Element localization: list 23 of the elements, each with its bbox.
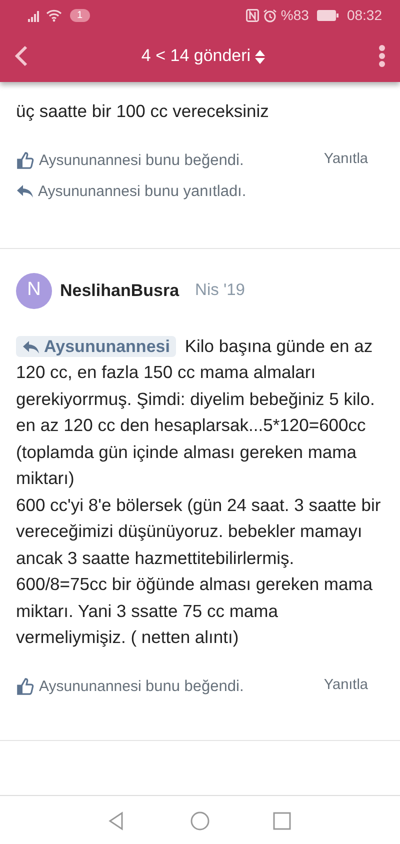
post-counter-button[interactable]: 4 < 14 gönderi [141,43,265,69]
post-text: Aysununannesi Kilo başına günde en az 120 cc, en fazla 150 cc mama almaları gerekiyorrmuş. Şimdi: diyelim bebeğiniz 5 kilo. en az 120 cc den hesaplarsak...5*120=600cc (toplamda gün içinde alması gereken mama miktarı) [16,334,376,490]
like-icon [16,676,35,696]
post-text: üç saatte bir 100 cc vereceksiniz [16,100,270,123]
home-nav-button[interactable] [190,811,210,831]
post-date: Nis '19 [195,280,245,302]
more-menu-button[interactable] [378,44,386,68]
post-text: 600 cc'yi 8'e bölersek (gün 24 saat. 3 saatte bir vereceğimizi düşünüyoruz. bebekler mamayı ancak 3 saatte hazmettitebilirlermiş. 600/8=75cc bir öğünde alması gereken mama miktarı. Yani 3 ssatte 75 cc mama vermeliymişiz. ( netten alıntı) [16,494,382,649]
reply-icon [16,184,34,200]
recents-nav-button[interactable] [272,811,292,831]
author-name: NeslihanBusra [60,280,180,302]
likes-text: Aysununannesi bunu beğendi. [39,150,244,170]
notification-badge: 1 [70,8,90,22]
likes-text: Aysununannesi bunu beğendi. [39,676,244,696]
battery-text: %83 [280,6,309,24]
back-button[interactable] [14,44,28,68]
replies-text: Aysununannesi bunu yanıtladı. [38,182,246,202]
clock-text: 08:32 [346,6,382,24]
quote-link[interactable]: Aysununannesi [16,336,176,356]
reply-button[interactable]: Yanıtla [324,148,368,170]
reply-button[interactable]: Yanıtla [324,674,368,696]
avatar: N [16,272,52,308]
like-icon [16,150,35,170]
